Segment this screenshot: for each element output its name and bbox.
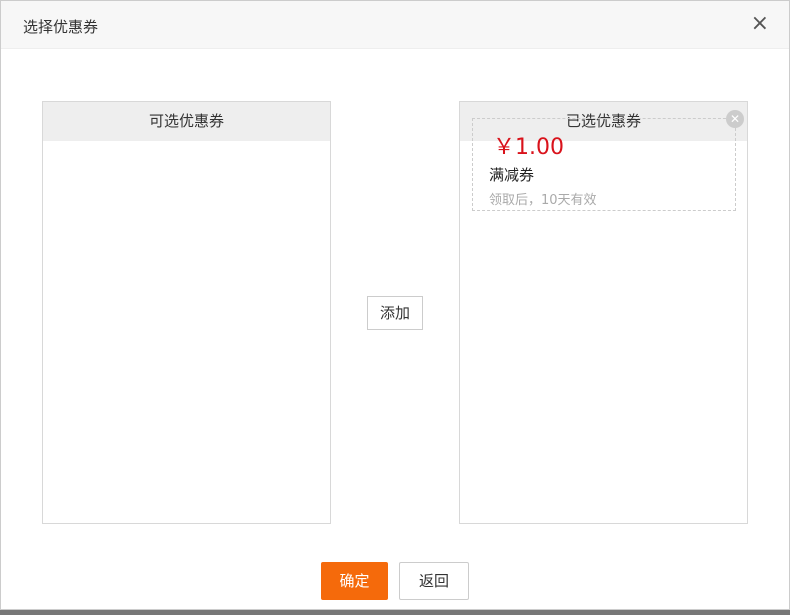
add-button[interactable]: 添加 bbox=[367, 296, 423, 330]
confirm-button[interactable]: 确定 bbox=[321, 562, 388, 600]
coupon-price: ￥1.00 bbox=[493, 135, 564, 160]
coupon-dialog: 选择优惠券 × 可选优惠券 添加 已选优惠券 ￥1.00 满减券 领取后，10天… bbox=[0, 0, 790, 610]
bottom-strip bbox=[0, 610, 790, 615]
close-icon[interactable]: × bbox=[751, 13, 769, 35]
coupon-type: 满减券 bbox=[489, 166, 535, 184]
available-coupons-title: 可选优惠券 bbox=[43, 102, 330, 141]
dialog-header: 选择优惠券 × bbox=[1, 1, 789, 49]
coupon-validity: 领取后，10天有效 bbox=[489, 193, 597, 208]
coupon-card[interactable]: ￥1.00 满减券 领取后，10天有效 ✕ bbox=[472, 110, 744, 211]
back-button[interactable]: 返回 bbox=[399, 562, 469, 600]
remove-coupon-icon[interactable]: ✕ bbox=[726, 110, 744, 128]
selected-coupons-panel: 已选优惠券 ￥1.00 满减券 领取后，10天有效 ✕ bbox=[459, 101, 748, 524]
dialog-title: 选择优惠券 bbox=[23, 18, 99, 36]
available-coupons-panel: 可选优惠券 bbox=[42, 101, 331, 524]
